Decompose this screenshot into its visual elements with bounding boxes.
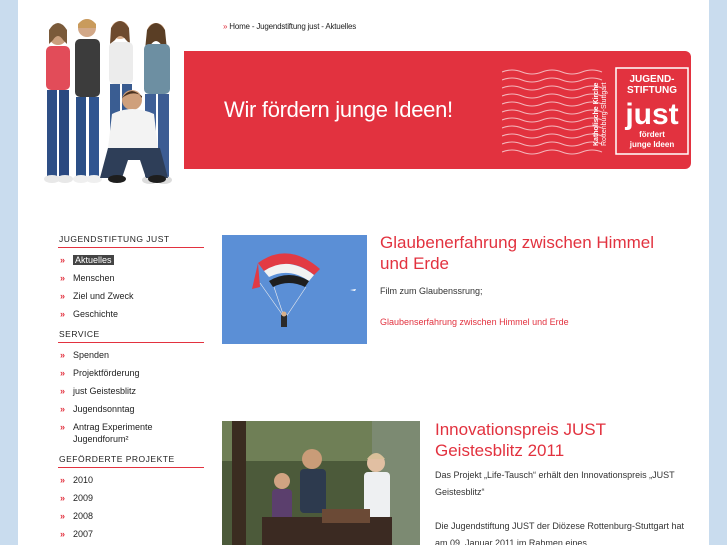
- sidebar-item-label: just Geistesblitz: [73, 386, 137, 396]
- article-innovationspreis: Innovationspreis JUST Geistesblitz 2011 …: [435, 419, 685, 545]
- chevron-double-right-icon: »: [60, 529, 65, 539]
- jugendstiftung-stamp-logo[interactable]: Katholische Kirche Rottenburg-Stuttgart …: [502, 66, 692, 160]
- sidebar-item-label: Menschen: [73, 273, 115, 283]
- chevron-double-right-icon: »: [60, 368, 65, 378]
- article-text: Film zum Glaubenssrung;: [380, 286, 483, 296]
- logo-text-line1: JUGEND-: [629, 74, 674, 85]
- chevron-double-right-icon: »: [60, 422, 65, 432]
- sidebar-item-label: 2007: [73, 529, 94, 539]
- sidebar: JUGENDSTIFTUNG JUST » Aktuelles » Menschen…: [58, 232, 204, 545]
- sidebar-item-2007[interactable]: » 2007: [58, 525, 204, 543]
- chevron-double-right-icon: »: [60, 475, 65, 485]
- sidebar-heading-service: SERVICE: [58, 327, 204, 343]
- breadcrumb-aktuelles[interactable]: Aktuelles: [325, 22, 356, 31]
- chevron-double-right-icon: »: [60, 255, 65, 265]
- logo-text-line4: junge Ideen: [629, 140, 675, 149]
- sidebar-item-spenden[interactable]: » Spenden: [58, 346, 204, 364]
- logo-vertical-text-1: Katholische Kirche: [593, 82, 600, 146]
- sidebar-item-label: Antrag Experimente Jugendforum²: [73, 422, 153, 444]
- logo-text-line2: STIFTUNG: [627, 85, 677, 96]
- sidebar-item-projektfoerderung[interactable]: » Projektförderung: [58, 364, 204, 382]
- sidebar-item-geschichte[interactable]: » Geschichte: [58, 305, 204, 323]
- sidebar-heading-jugendstiftung: JUGENDSTIFTUNG JUST: [58, 232, 204, 248]
- chevron-double-right-icon: »: [60, 386, 65, 396]
- breadcrumb-home[interactable]: Home: [229, 22, 250, 31]
- breadcrumb-jugendstiftung[interactable]: Jugendstiftung just: [256, 22, 319, 31]
- sidebar-item-label: Geschichte: [73, 309, 119, 319]
- sidebar-item-just-geistesblitz[interactable]: » just Geistesblitz: [58, 382, 204, 400]
- sidebar-item-label: 2008: [73, 511, 94, 521]
- article-title[interactable]: Innovationspreis JUST Geistesblitz 2011: [435, 419, 685, 461]
- sidebar-heading-gefoerderte-projekte: GEFÖRDERTE PROJEKTE: [58, 452, 204, 468]
- chevron-double-right-icon: »: [60, 273, 65, 283]
- page: »Home - Jugendstiftung just - Aktuelles: [18, 0, 709, 545]
- chevron-double-right-icon: »: [60, 404, 65, 414]
- chevron-double-right-icon: »: [60, 511, 65, 521]
- logo-text-line3: fördert: [639, 130, 665, 139]
- banner-slogan: Wir fördern junge Ideen!: [224, 97, 453, 122]
- breadcrumb: » Home - Jugendstiftung just - Aktuelles: [223, 22, 356, 31]
- chevron-double-right-icon: »: [60, 493, 65, 503]
- logo-vertical-text-2: Rottenburg-Stuttgart: [601, 83, 608, 146]
- logo-brand-just: just: [624, 98, 678, 131]
- chevron-double-right-icon: »: [60, 350, 65, 360]
- article-link[interactable]: Glaubenserfahrung zwischen Himmel und Er…: [380, 317, 680, 327]
- sidebar-item-2010[interactable]: » 2010: [58, 471, 204, 489]
- breadcrumb-arrow: »: [223, 22, 228, 31]
- sidebar-item-label: Spenden: [73, 350, 110, 360]
- article-thumbnail-life-tausch[interactable]: [222, 421, 420, 545]
- sidebar-item-jugendsonntag[interactable]: » Jugendsonntag: [58, 400, 204, 418]
- sidebar-item-2009[interactable]: » 2009: [58, 489, 204, 507]
- sidebar-item-label: Jugendsonntag: [73, 404, 135, 414]
- sidebar-item-menschen[interactable]: » Menschen: [58, 269, 204, 287]
- article-paragraph-2: Die Jugendstiftung JUST der Diözese Rott…: [435, 521, 684, 545]
- sidebar-item-label: 2010: [73, 475, 94, 485]
- sidebar-item-label: Aktuelles: [73, 255, 114, 265]
- breadcrumb-separator: -: [321, 22, 324, 31]
- sidebar-item-label: 2009: [73, 493, 94, 503]
- article-glaubenerfahrung: Glaubenerfahrung zwischen Himmel und Erd…: [380, 232, 680, 327]
- article-paragraph-1: Das Projekt „Life-Tausch“ erhält den Inn…: [435, 470, 675, 497]
- article-title[interactable]: Glaubenerfahrung zwischen Himmel und Erd…: [380, 232, 680, 274]
- sidebar-item-aktuelles[interactable]: » Aktuelles: [58, 251, 204, 269]
- sidebar-item-2008[interactable]: » 2008: [58, 507, 204, 525]
- header-people-photo: [44, 19, 172, 184]
- sidebar-item-ziel-und-zweck[interactable]: » Ziel und Zweck: [58, 287, 204, 305]
- chevron-double-right-icon: »: [60, 309, 65, 319]
- breadcrumb-separator: -: [251, 22, 255, 31]
- sidebar-item-antrag-experimente[interactable]: » Antrag Experimente Jugendforum²: [58, 418, 204, 448]
- sidebar-item-label: Ziel und Zweck: [73, 291, 134, 301]
- chevron-double-right-icon: »: [60, 291, 65, 301]
- article-thumbnail-parachute[interactable]: [222, 235, 367, 344]
- sidebar-item-label: Projektförderung: [73, 368, 140, 378]
